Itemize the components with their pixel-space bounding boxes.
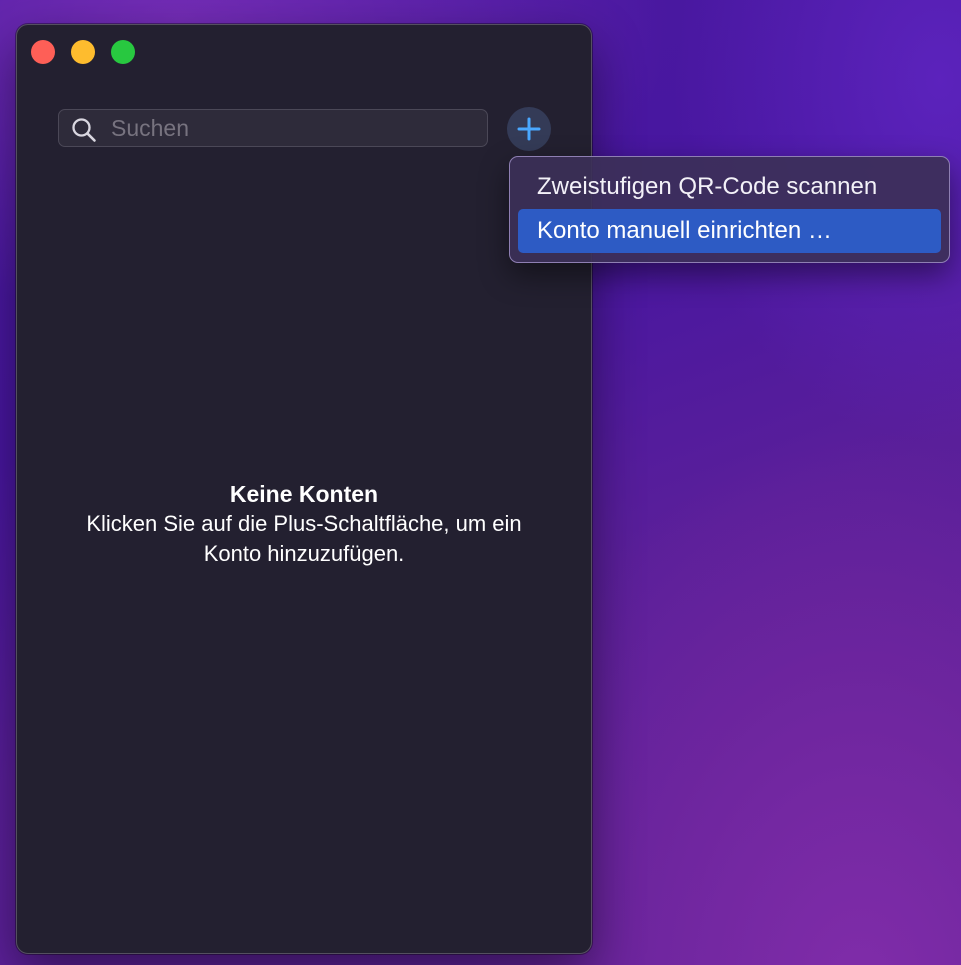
magnifying-glass-icon (72, 118, 96, 142)
zoom-window-button[interactable] (111, 40, 135, 64)
search-field[interactable] (58, 109, 488, 147)
menu-item-manual-setup[interactable]: Konto manuell einrichten … (518, 209, 941, 253)
menu-item-scan-qr-code[interactable]: Zweistufigen QR-Code scannen (518, 165, 941, 209)
close-window-button[interactable] (31, 40, 55, 64)
search-input[interactable] (111, 110, 481, 146)
plus-icon (517, 117, 541, 141)
app-window: Keine Konten Klicken Sie auf die Plus-Sc… (16, 24, 592, 954)
empty-state-title: Keine Konten (229, 481, 379, 507)
minimize-window-button[interactable] (71, 40, 95, 64)
add-account-menu: Zweistufigen QR-Code scannen Konto manue… (509, 156, 950, 263)
empty-state-description: Klicken Sie auf die Plus-Schaltfläche, u… (86, 511, 522, 566)
add-account-button[interactable] (507, 107, 551, 151)
empty-state: Keine Konten Klicken Sie auf die Plus-Sc… (17, 479, 591, 569)
